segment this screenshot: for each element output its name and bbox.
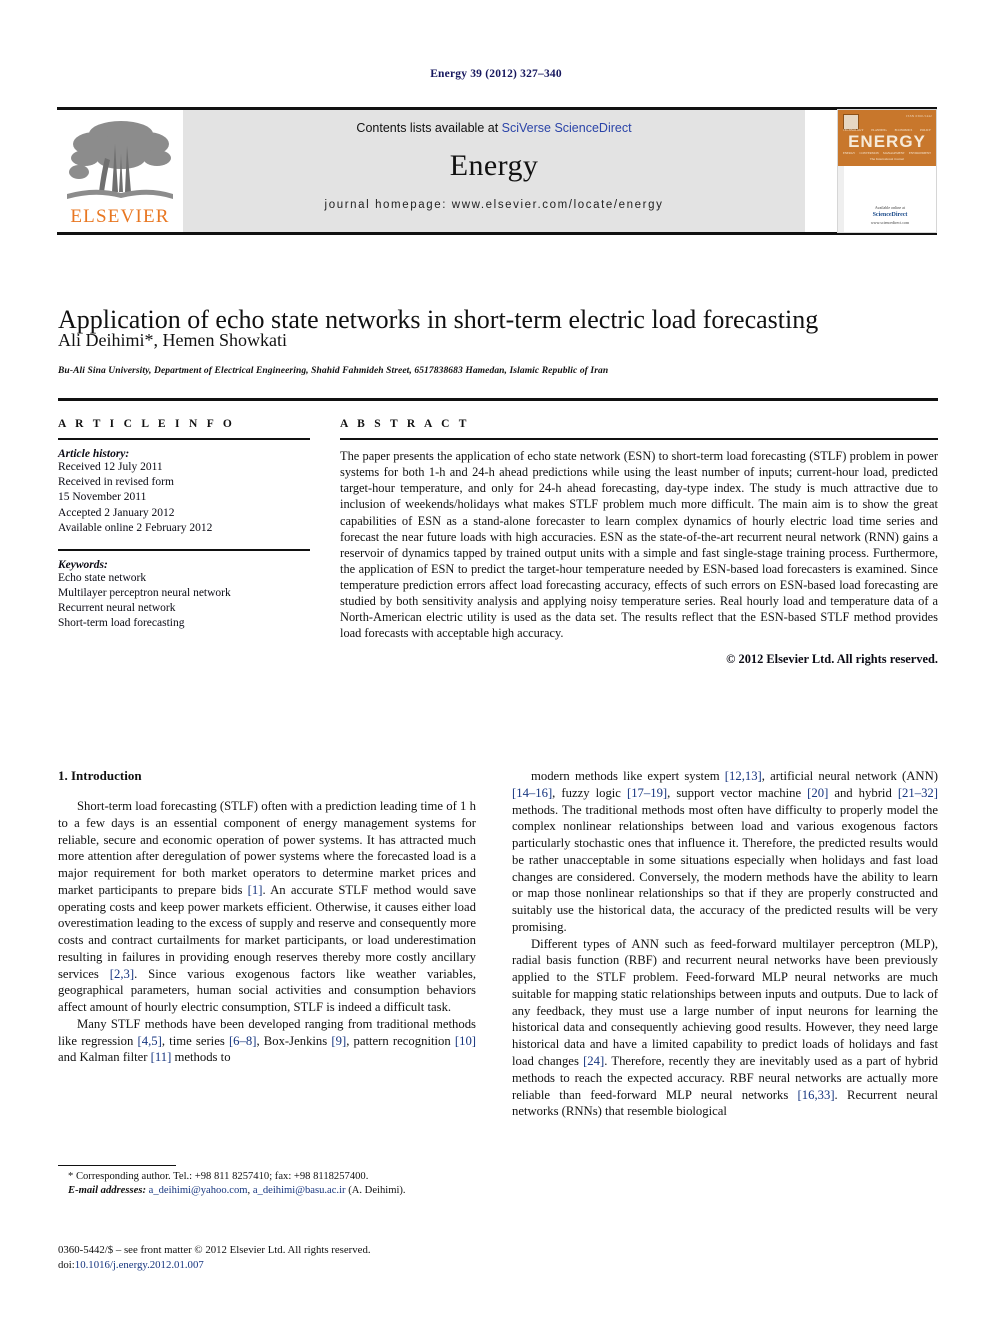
affiliation: Bu-Ali Sina University, Department of El…	[58, 366, 609, 376]
running-head: Energy 39 (2012) 327–340	[430, 68, 562, 80]
cover-keywords-bottom: ENERGY CONVERSION MANAGEMENT ENVIRONMENT	[843, 151, 931, 155]
keyword-item: Recurrent neural network	[58, 602, 176, 615]
footnote-block: * Corresponding author. Tel.: +98 811 82…	[58, 1165, 476, 1198]
cover-keyword: ENERGY	[843, 151, 856, 155]
footnote-rule	[58, 1165, 176, 1166]
article-history-label: Article history:	[58, 448, 130, 460]
cover-keyword: MANAGEMENT	[883, 151, 905, 155]
article-history-item: 15 November 2011	[58, 491, 147, 504]
article-history-item: Received 12 July 2011	[58, 461, 163, 473]
citation-ref[interactable]: [6–8]	[229, 1034, 256, 1048]
citation-ref[interactable]: [16,33]	[798, 1088, 835, 1102]
article-history-item: Received in revised form	[58, 476, 174, 489]
paragraph: modern methods like expert system [12,13…	[512, 769, 938, 934]
keyword-item: Multilayer perceptron neural network	[58, 587, 231, 600]
cover-journal-title: ENERGY	[848, 132, 926, 151]
citation-ref[interactable]: [10]	[455, 1034, 476, 1048]
keywords-label: Keywords:	[58, 558, 108, 571]
cover-url: www.sciencedirect.com	[870, 220, 910, 225]
citation-ref[interactable]: [1]	[248, 883, 263, 897]
citation-ref[interactable]: [9]	[331, 1034, 346, 1048]
article-info-heading: A R T I C L E I N F O	[58, 418, 236, 430]
cover-sciencedirect: ScienceDirect	[872, 212, 908, 218]
abstract-copyright: © 2012 Elsevier Ltd. All rights reserved…	[726, 651, 938, 666]
imprint-block: 0360-5442/$ – see front matter © 2012 El…	[58, 1243, 488, 1273]
email-addresses-note: E-mail addresses: a_deihimi@yahoo.com, a…	[58, 1184, 476, 1198]
article-history-item: Accepted 2 January 2012	[58, 506, 175, 519]
keyword-item: Short-term load forecasting	[58, 617, 185, 630]
cover-sciencedirect-block: Available online at ScienceDirect www.sc…	[844, 205, 936, 226]
citation-ref[interactable]: [24]	[583, 1054, 604, 1068]
elsevier-wordmark: ELSEVIER	[70, 206, 170, 227]
divider-above-abstract	[58, 398, 938, 401]
abstract-column: A B S T R A C T The paper presents the a…	[340, 418, 938, 667]
keywords-rule	[58, 548, 310, 551]
doi-link[interactable]: 10.1016/j.energy.2012.01.007	[75, 1259, 204, 1271]
citation-ref[interactable]: [17–19]	[627, 786, 667, 800]
email-label: E-mail addresses:	[68, 1185, 146, 1197]
section-heading-introduction: 1. Introduction	[58, 768, 142, 783]
body-right-column: modern methods like expert system [12,13…	[512, 768, 938, 1120]
journal-homepage[interactable]: journal homepage: www.elsevier.com/locat…	[183, 199, 805, 211]
journal-cover-thumbnail: ISSN 0360-5442 TECHNOLOGY PLANNING ECONO…	[837, 109, 937, 233]
elsevier-tree-icon	[67, 121, 173, 199]
cover-keyword: CONVERSION	[859, 151, 879, 155]
article-info-column: A R T I C L E I N F O Article history: R…	[58, 418, 310, 632]
cover-keyword: ENVIRONMENT	[908, 151, 931, 155]
journal-title: Energy	[449, 149, 539, 182]
abstract-heading: A B S T R A C T	[340, 418, 470, 430]
cover-body: Available online at ScienceDirect www.sc…	[838, 166, 936, 232]
citation-ref[interactable]: [21–32]	[898, 786, 938, 800]
citation-ref[interactable]: [4,5]	[138, 1034, 162, 1048]
citation-ref[interactable]: [12,13]	[725, 769, 762, 783]
article-info-rule	[58, 438, 310, 440]
email-link-2[interactable]: a_deihimi@basu.ac.ir	[253, 1185, 346, 1196]
contents-prefix: Contents lists available at	[356, 121, 502, 135]
citation-ref[interactable]: [14–16]	[512, 786, 552, 800]
contents-available-line: Contents lists available at SciVerse Sci…	[183, 121, 805, 135]
paragraph: Short-term load forecasting (STLF) often…	[58, 799, 476, 1015]
email-suffix: (A. Deihimi).	[345, 1185, 406, 1197]
doi-label: doi:	[58, 1258, 75, 1271]
paragraph: Many STLF methods have been developed ra…	[58, 1016, 477, 1065]
cover-issn: ISSN 0360-5442	[906, 114, 932, 118]
abstract-rule	[340, 438, 938, 440]
journal-masthead: ELSEVIER Contents lists available at Sci…	[57, 107, 937, 235]
author-list: Ali Deihimi*, Hemen Showkati	[58, 330, 287, 350]
citation-ref[interactable]: [20]	[807, 786, 828, 800]
article-history-item: Available online 2 February 2012	[58, 521, 213, 534]
citation-ref[interactable]: [11]	[151, 1050, 172, 1064]
sciencedirect-link[interactable]: SciVerse ScienceDirect	[502, 121, 632, 135]
journal-article-page: Energy 39 (2012) 327–340 ELSEVIER Conten…	[0, 0, 992, 1323]
cover-tagline: The International Journal	[869, 157, 905, 161]
abstract-text: The paper presents the application of ec…	[340, 449, 938, 641]
cover-top-band: ISSN 0360-5442 TECHNOLOGY PLANNING ECONO…	[838, 110, 936, 166]
body-left-column: 1. Introduction Short-term load forecast…	[58, 768, 476, 1066]
issn-front-matter: 0360-5442/$ – see front matter © 2012 El…	[58, 1244, 371, 1256]
citation-ref[interactable]: [2,3]	[110, 967, 134, 981]
keyword-item: Echo state network	[58, 571, 147, 584]
journal-panel: Contents lists available at SciVerse Sci…	[183, 110, 805, 232]
corresponding-author-note: * Corresponding author. Tel.: +98 811 82…	[68, 1171, 369, 1182]
doi-line: doi:10.1016/j.energy.2012.01.007	[58, 1258, 488, 1273]
email-link-1[interactable]: a_deihimi@yahoo.com	[149, 1185, 248, 1196]
paragraph: Different types of ANN such as feed-forw…	[512, 936, 939, 1119]
elsevier-logo: ELSEVIER	[57, 110, 183, 232]
